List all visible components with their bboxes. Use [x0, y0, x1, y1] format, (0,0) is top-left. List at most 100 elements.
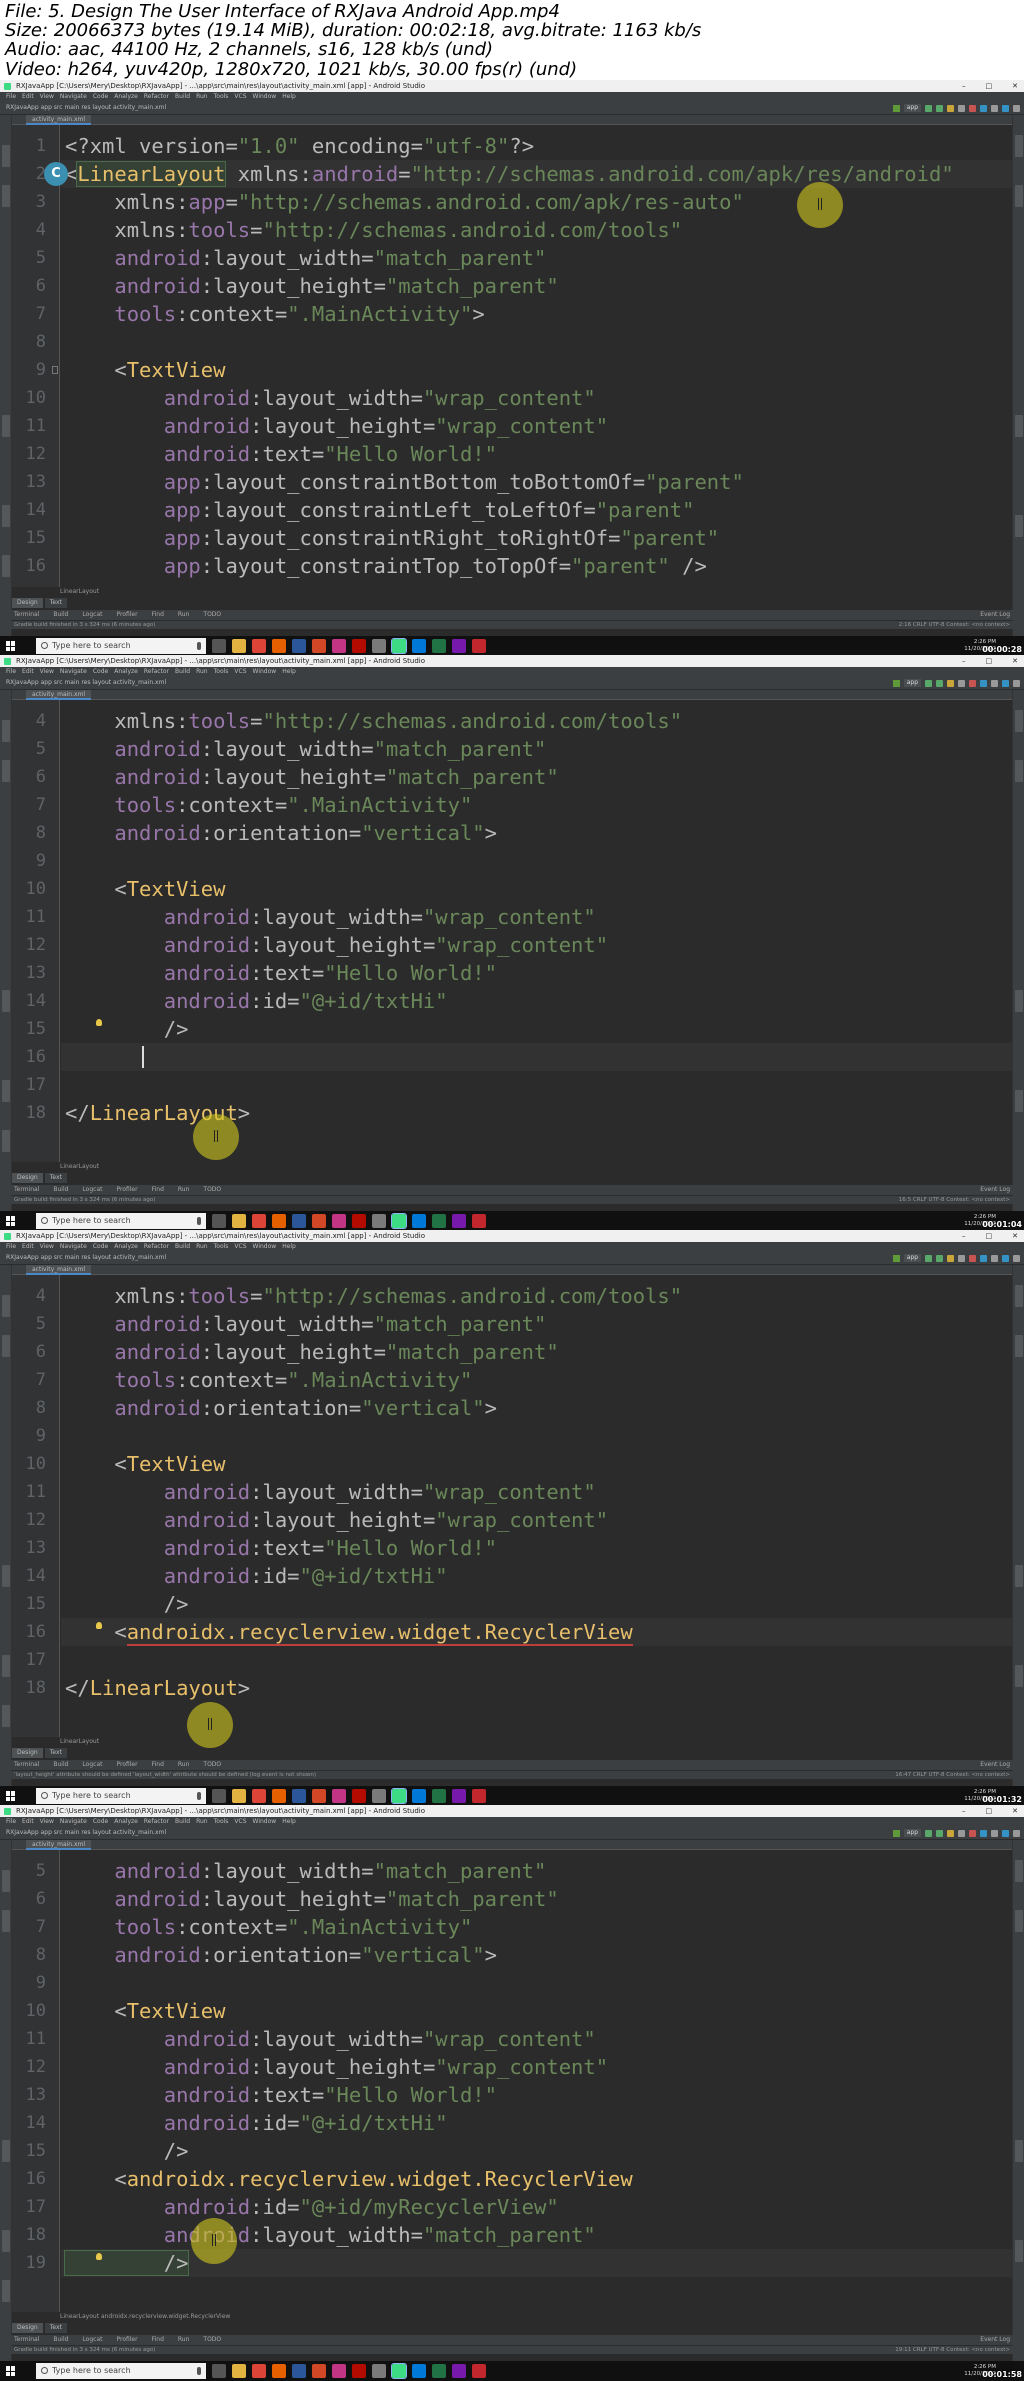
code-line[interactable]: /> [61, 1590, 1012, 1618]
avd-icon[interactable] [991, 1829, 998, 1837]
tool-window-tab[interactable]: Find [152, 610, 164, 620]
code-line[interactable] [61, 328, 1012, 356]
powerpoint-icon[interactable] [312, 1789, 326, 1803]
code-line[interactable]: android:layout_width="wrap_content" [61, 903, 1012, 931]
tool-window-tab[interactable]: Find [152, 2335, 164, 2345]
maximize-icon[interactable]: □ [986, 80, 993, 92]
tool-window-tab[interactable]: Run [178, 610, 190, 620]
acrobat-icon[interactable] [352, 1789, 366, 1803]
caret-position[interactable]: 2:16 CRLF UTF-8 Context: <no context> [899, 621, 1010, 629]
tool-window-button[interactable] [1015, 1860, 1023, 1882]
minimize-icon[interactable]: – [962, 655, 966, 667]
code-line[interactable]: android:layout_height="wrap_content" [61, 1506, 1012, 1534]
windows-start-icon[interactable] [6, 1791, 16, 1801]
tab-design[interactable]: Design [12, 1173, 43, 1183]
run-icon[interactable] [925, 104, 932, 112]
menu-item[interactable]: Code [93, 1817, 108, 1826]
menu-item[interactable]: VCS [234, 667, 246, 676]
class-gutter-icon[interactable]: C [44, 162, 68, 186]
code-line[interactable]: <TextView [61, 1450, 1012, 1478]
powerpoint-icon[interactable] [312, 1214, 326, 1228]
menu-item[interactable]: File [6, 92, 16, 101]
taskbar-search[interactable]: Type here to search [36, 1213, 206, 1229]
debug-icon[interactable] [936, 679, 943, 687]
tool-window-button[interactable] [1015, 415, 1023, 437]
code-line[interactable]: app:layout_constraintTop_toTopOf="parent… [61, 552, 1012, 580]
fold-marker-icon[interactable] [52, 366, 58, 374]
menu-item[interactable]: Build [175, 1242, 190, 1251]
acrobat-icon[interactable] [352, 2364, 366, 2378]
tab-text[interactable]: Text [44, 2323, 67, 2333]
code-line[interactable]: android:orientation="vertical"> [61, 1941, 1012, 1969]
code-line[interactable]: xmlns:app="http://schemas.android.com/ap… [61, 188, 1012, 216]
code-line[interactable]: android:layout_width="wrap_content" [61, 2025, 1012, 2053]
attach-icon[interactable] [958, 1829, 965, 1837]
profile-icon[interactable] [947, 679, 954, 687]
build-icon[interactable] [892, 1829, 900, 1837]
code-editor[interactable]: <?xml version="1.0" encoding="utf-8"?> <L… [61, 125, 1012, 587]
tool-window-button[interactable] [2, 1130, 10, 1152]
tool-window-tab[interactable]: Run [178, 1185, 190, 1195]
tool-window-button[interactable] [1015, 1910, 1023, 1932]
chrome-icon[interactable] [252, 1789, 266, 1803]
sdk-icon[interactable] [1002, 1829, 1009, 1837]
menu-item[interactable]: Tools [214, 92, 229, 101]
tool-window-button[interactable] [2, 1870, 10, 1892]
android-studio-icon[interactable] [391, 638, 407, 654]
code-line[interactable]: android:layout_width="match_parent" [61, 735, 1012, 763]
menu-item[interactable]: Help [282, 1817, 296, 1826]
code-line[interactable] [61, 847, 1012, 875]
word-icon[interactable] [292, 639, 306, 653]
tool-window-button[interactable] [2, 505, 10, 527]
tab-activity-main[interactable]: activity_main.xml [26, 1840, 92, 1850]
menu-item[interactable]: Analyze [114, 1817, 138, 1826]
tool-window-tab[interactable]: Terminal [14, 610, 39, 620]
menu-item[interactable]: Run [196, 1242, 208, 1251]
chrome-icon[interactable] [252, 2364, 266, 2378]
menu-item[interactable]: Build [175, 1817, 190, 1826]
status-message[interactable]: 'layout_height' attribute should be defi… [14, 1772, 316, 1778]
run-icon[interactable] [925, 1829, 932, 1837]
word-icon[interactable] [292, 1789, 306, 1803]
tab-design[interactable]: Design [12, 2323, 43, 2333]
avd-icon[interactable] [991, 1254, 998, 1262]
file-explorer-icon[interactable] [232, 1789, 246, 1803]
tool-window-button[interactable] [2, 1080, 10, 1102]
tool-window-tab[interactable]: TODO [203, 2335, 221, 2345]
xml-breadcrumb[interactable]: LinearLayout [60, 1162, 99, 1172]
code-line[interactable]: android:text="Hello World!" [61, 2081, 1012, 2109]
tool-window-tab[interactable]: Terminal [14, 1760, 39, 1770]
tool-window-tab[interactable]: Find [152, 1760, 164, 1770]
code-line[interactable]: android:layout_height="match_parent" [61, 272, 1012, 300]
menu-item[interactable]: Analyze [114, 1242, 138, 1251]
menu-item[interactable]: Navigate [60, 1242, 87, 1251]
edge-icon[interactable] [412, 2364, 426, 2378]
build-icon[interactable] [892, 1254, 900, 1262]
task-view-icon[interactable] [212, 639, 226, 653]
xml-breadcrumb[interactable]: LinearLayout [60, 1737, 99, 1747]
code-line[interactable]: xmlns:tools="http://schemas.android.com/… [61, 1282, 1012, 1310]
code-line[interactable]: android:layout_height="wrap_content" [61, 412, 1012, 440]
tool-window-button[interactable] [2, 760, 10, 782]
close-icon[interactable]: ✕ [1012, 1805, 1018, 1817]
menu-item[interactable]: File [6, 1817, 16, 1826]
code-line[interactable] [61, 1422, 1012, 1450]
screen-recorder-icon[interactable] [372, 2364, 386, 2378]
file-explorer-icon[interactable] [232, 2364, 246, 2378]
menu-item[interactable]: Build [175, 667, 190, 676]
firefox-icon[interactable] [272, 2364, 286, 2378]
debug-icon[interactable] [936, 1254, 943, 1262]
tool-window-button[interactable] [1015, 135, 1023, 157]
code-line[interactable]: /> [61, 1015, 1012, 1043]
sync-icon[interactable] [980, 679, 987, 687]
edge-icon[interactable] [412, 1789, 426, 1803]
code-line[interactable]: android:id="@+id/txtHi" [61, 2109, 1012, 2137]
code-line[interactable]: <androidx.recyclerview.widget.RecyclerVi… [61, 1618, 1012, 1646]
tool-window-button[interactable] [1015, 185, 1023, 207]
maximize-icon[interactable]: □ [986, 1805, 993, 1817]
breadcrumb[interactable]: RXJavaApp app src main res layout activi… [6, 1829, 166, 1836]
run-icon[interactable] [925, 1254, 932, 1262]
code-line[interactable]: tools:context=".MainActivity" [61, 1366, 1012, 1394]
run-config-select[interactable]: app [903, 1254, 921, 1262]
run-config-select[interactable]: app [903, 1829, 921, 1837]
